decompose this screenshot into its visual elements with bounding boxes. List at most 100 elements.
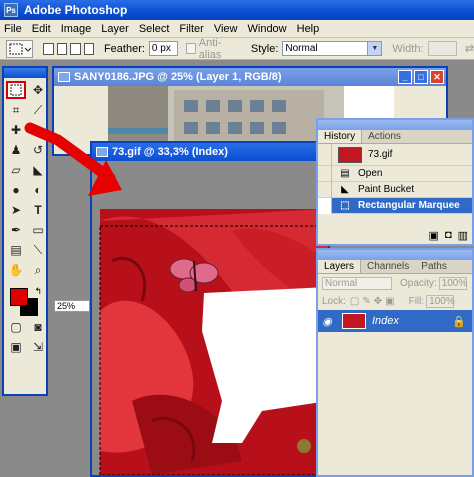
hand-icon: ✋	[8, 263, 24, 277]
photoshop-logo-icon: Ps	[4, 3, 18, 17]
zoom-icon: ⌕	[34, 262, 42, 277]
lock-move-icon[interactable]: ✥	[374, 296, 382, 307]
document-title: SANY0186.JPG @ 25% (Layer 1, RGB/8)	[74, 71, 282, 83]
zoom-tool[interactable]: ⌕	[28, 261, 48, 279]
menu-filter[interactable]: Filter	[179, 23, 203, 35]
menu-help[interactable]: Help	[297, 23, 320, 35]
feather-input[interactable]: 0 px	[148, 41, 179, 56]
opacity-input[interactable]: 100%	[438, 276, 467, 290]
menu-edit[interactable]: Edit	[32, 23, 51, 35]
new-selection-icon[interactable]	[43, 42, 54, 55]
document-icon	[58, 72, 70, 82]
path-selection-tool[interactable]: ➤	[6, 201, 26, 219]
maximize-button[interactable]: □	[414, 70, 428, 84]
blur-tool[interactable]: ●	[6, 181, 26, 199]
menu-select[interactable]: Select	[139, 23, 170, 35]
quick-mask-button[interactable]: ◙	[28, 318, 48, 336]
zoom-level-field[interactable]: 25%	[54, 300, 90, 312]
history-snapshot[interactable]: 73.gif	[318, 143, 472, 166]
history-checkbox[interactable]	[318, 181, 332, 198]
imageready-icon: ⇲	[32, 340, 44, 354]
jump-to-imageready-button[interactable]: ⇲	[28, 338, 48, 356]
standard-mode-button[interactable]: ▢	[6, 318, 26, 336]
screen-mode-icon: ▣	[10, 340, 22, 354]
brush-tool[interactable]: ✎	[28, 121, 48, 139]
history-item-label: Rectangular Marquee	[358, 200, 460, 211]
history-item-rectangular-marquee[interactable]: ⬚ Rectangular Marquee	[318, 197, 472, 214]
style-label: Style:	[250, 42, 279, 55]
move-tool[interactable]: ✥	[28, 81, 48, 99]
lock-all-icon[interactable]: ▣	[385, 296, 394, 307]
type-tool[interactable]: T	[28, 201, 48, 219]
dodge-tool[interactable]: ◐	[28, 181, 48, 199]
snapshot-label: 73.gif	[368, 149, 393, 160]
tab-paths[interactable]: Paths	[415, 260, 453, 273]
history-item-open[interactable]: ▤ Open	[318, 165, 472, 182]
tab-actions[interactable]: Actions	[362, 130, 407, 143]
swap-colors-icon[interactable]: ↰	[34, 286, 42, 297]
document-titlebar[interactable]: SANY0186.JPG @ 25% (Layer 1, RGB/8) _ □ …	[54, 68, 446, 86]
history-item-label: Paint Bucket	[358, 184, 415, 195]
width-input[interactable]	[427, 41, 457, 56]
drop-icon: ●	[12, 183, 20, 197]
blend-mode-select[interactable]: Normal	[322, 276, 392, 290]
fill-input[interactable]: 100%	[426, 294, 455, 308]
tab-history[interactable]: History	[318, 130, 363, 143]
rectangular-marquee-tool[interactable]	[6, 81, 26, 99]
foreground-color-swatch[interactable]	[10, 288, 28, 306]
menu-window[interactable]: Window	[248, 23, 287, 35]
eye-icon[interactable]: ◉	[318, 315, 336, 328]
history-item-paint-bucket[interactable]: ◣ Paint Bucket	[318, 181, 472, 198]
menu-image[interactable]: Image	[61, 23, 92, 35]
fill-label: Fill:	[408, 295, 425, 307]
menu-view[interactable]: View	[214, 23, 238, 35]
add-to-selection-icon[interactable]	[56, 42, 68, 55]
eyedropper-tool[interactable]: ⟍	[28, 241, 48, 259]
paint-bucket-tool[interactable]: ◣	[28, 161, 48, 179]
style-select[interactable]: Normal ▼	[282, 41, 383, 56]
tool-preset-picker[interactable]	[6, 39, 34, 58]
bucket-icon: ◣	[33, 163, 43, 177]
layers-lock-row: Lock: ▢ ✎ ✥ ▣ Fill: 100%	[318, 292, 472, 310]
history-panel-header	[318, 120, 472, 130]
history-state-marker[interactable]	[318, 197, 332, 214]
screen-mode-button[interactable]: ▣	[6, 338, 26, 356]
tab-channels[interactable]: Channels	[361, 260, 415, 273]
menu-file[interactable]: File	[4, 23, 22, 35]
pen-tool[interactable]: ✒	[6, 221, 26, 239]
close-button[interactable]: ✕	[430, 70, 444, 84]
lock-transparent-icon[interactable]: ▢	[350, 296, 359, 307]
tab-layers[interactable]: Layers	[318, 260, 362, 273]
layer-row-index[interactable]: ◉ Index 🔒	[318, 310, 472, 332]
history-checkbox[interactable]	[318, 165, 332, 182]
rose-image-canvas[interactable]	[92, 161, 328, 475]
swap-icon[interactable]: ⇄	[465, 42, 474, 55]
eraser-tool[interactable]: ▱	[6, 161, 26, 179]
bucket-icon: ◣	[341, 184, 349, 195]
shape-tool[interactable]: ▭	[28, 221, 48, 239]
snapshot-brush-checkbox[interactable]	[318, 143, 332, 166]
hand-tool[interactable]: ✋	[6, 261, 26, 279]
menu-layer[interactable]: Layer	[101, 23, 129, 35]
marquee-icon: ⬚	[340, 200, 350, 211]
clone-stamp-tool[interactable]: ♟	[6, 141, 26, 159]
trash-icon[interactable]: ▥	[458, 229, 468, 242]
subtract-from-selection-icon[interactable]	[70, 42, 81, 55]
style-value: Normal	[285, 43, 318, 54]
slice-tool[interactable]: ⟋	[28, 101, 48, 119]
antialias-checkbox[interactable]	[186, 43, 196, 54]
notes-tool[interactable]: ▤	[6, 241, 26, 259]
minimize-button[interactable]: _	[398, 70, 412, 84]
mode-buttons: ▢ ◙ ▣ ⇲	[4, 318, 46, 359]
history-brush-tool[interactable]: ↺	[28, 141, 48, 159]
pen-icon: ✒	[10, 223, 22, 237]
antialias-label: Anti-alias	[198, 36, 222, 61]
new-document-icon[interactable]: ▣	[429, 229, 439, 242]
document-titlebar-active[interactable]: 73.gif @ 33,3% (Index)	[92, 143, 328, 161]
lock-brush-icon[interactable]: ✎	[362, 296, 370, 307]
intersect-selection-icon[interactable]	[83, 42, 94, 55]
crop-tool[interactable]: ⌗	[6, 101, 26, 119]
app-title: Adobe Photoshop	[24, 3, 128, 17]
healing-brush-tool[interactable]: ✚	[6, 121, 26, 139]
camera-icon[interactable]: ◘	[445, 229, 452, 242]
